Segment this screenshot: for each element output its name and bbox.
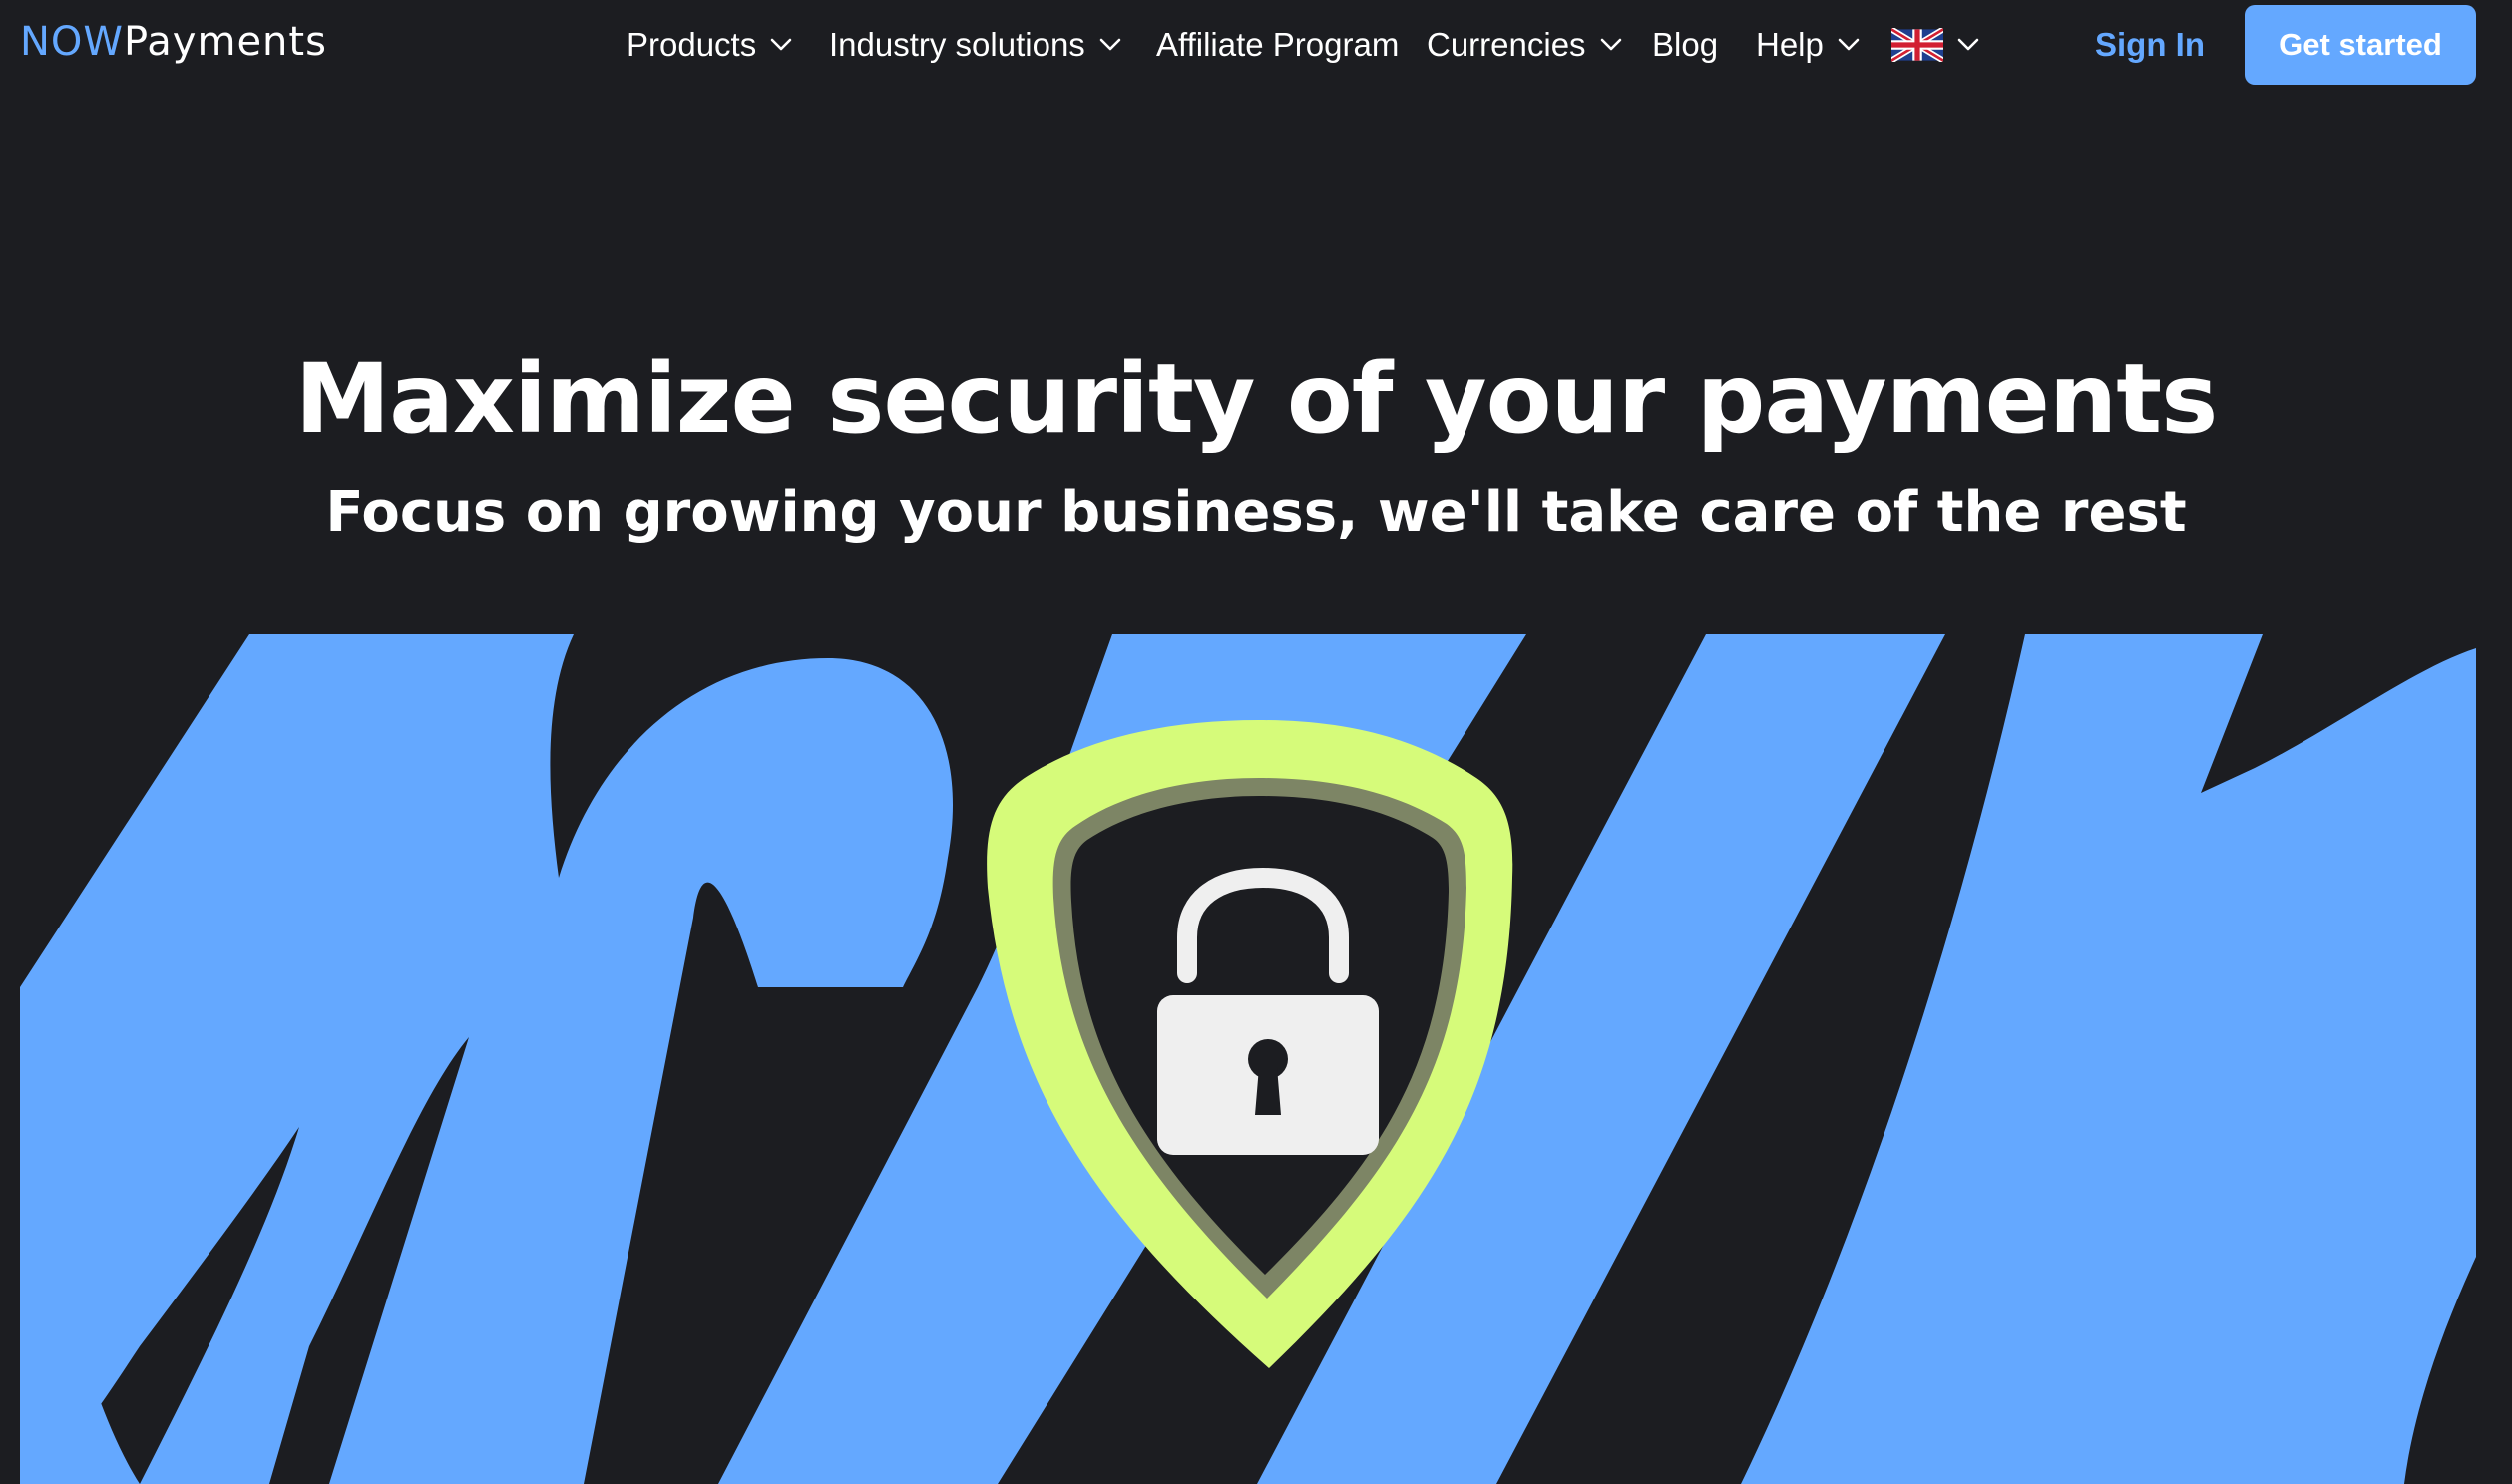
logo-suffix: Payments <box>123 19 327 65</box>
sign-in-link[interactable]: Sign In <box>2095 20 2205 70</box>
nav-affiliate-program[interactable]: Affiliate Program <box>1156 20 1399 70</box>
nav-help-label: Help <box>1756 26 1824 63</box>
chevron-down-icon <box>1600 38 1621 51</box>
uk-flag-icon <box>1891 28 1943 62</box>
nav-industry-solutions[interactable]: Industry solutions <box>829 20 1121 70</box>
nav-products[interactable]: Products <box>627 20 792 70</box>
nav-blog[interactable]: Blog <box>1652 20 1718 70</box>
nav-currencies-label: Currencies <box>1427 26 1586 63</box>
hero-title: Maximize security of your payments <box>294 343 2219 455</box>
nav-products-label: Products <box>627 26 757 63</box>
chevron-down-icon <box>770 38 792 51</box>
get-started-button[interactable]: Get started <box>2245 5 2476 85</box>
nav-affiliate-program-label: Affiliate Program <box>1156 26 1400 63</box>
chevron-down-icon <box>1957 38 1979 51</box>
language-selector[interactable] <box>1891 20 1979 70</box>
nav-currencies[interactable]: Currencies <box>1427 20 1622 70</box>
nav-blog-label: Blog <box>1652 26 1719 63</box>
hero-illustration <box>20 634 2476 1484</box>
chevron-down-icon <box>1838 38 1860 51</box>
nav-help[interactable]: Help <box>1756 20 1860 70</box>
logo-prefix: NOW <box>20 19 124 65</box>
logo[interactable]: NOWPayments <box>20 14 327 70</box>
nav-industry-solutions-label: Industry solutions <box>829 26 1085 63</box>
site-header: NOWPayments Products Industry solutions … <box>0 0 2512 96</box>
hero-subtitle: Focus on growing your business, we'll ta… <box>325 480 2187 545</box>
chevron-down-icon <box>1099 38 1121 51</box>
